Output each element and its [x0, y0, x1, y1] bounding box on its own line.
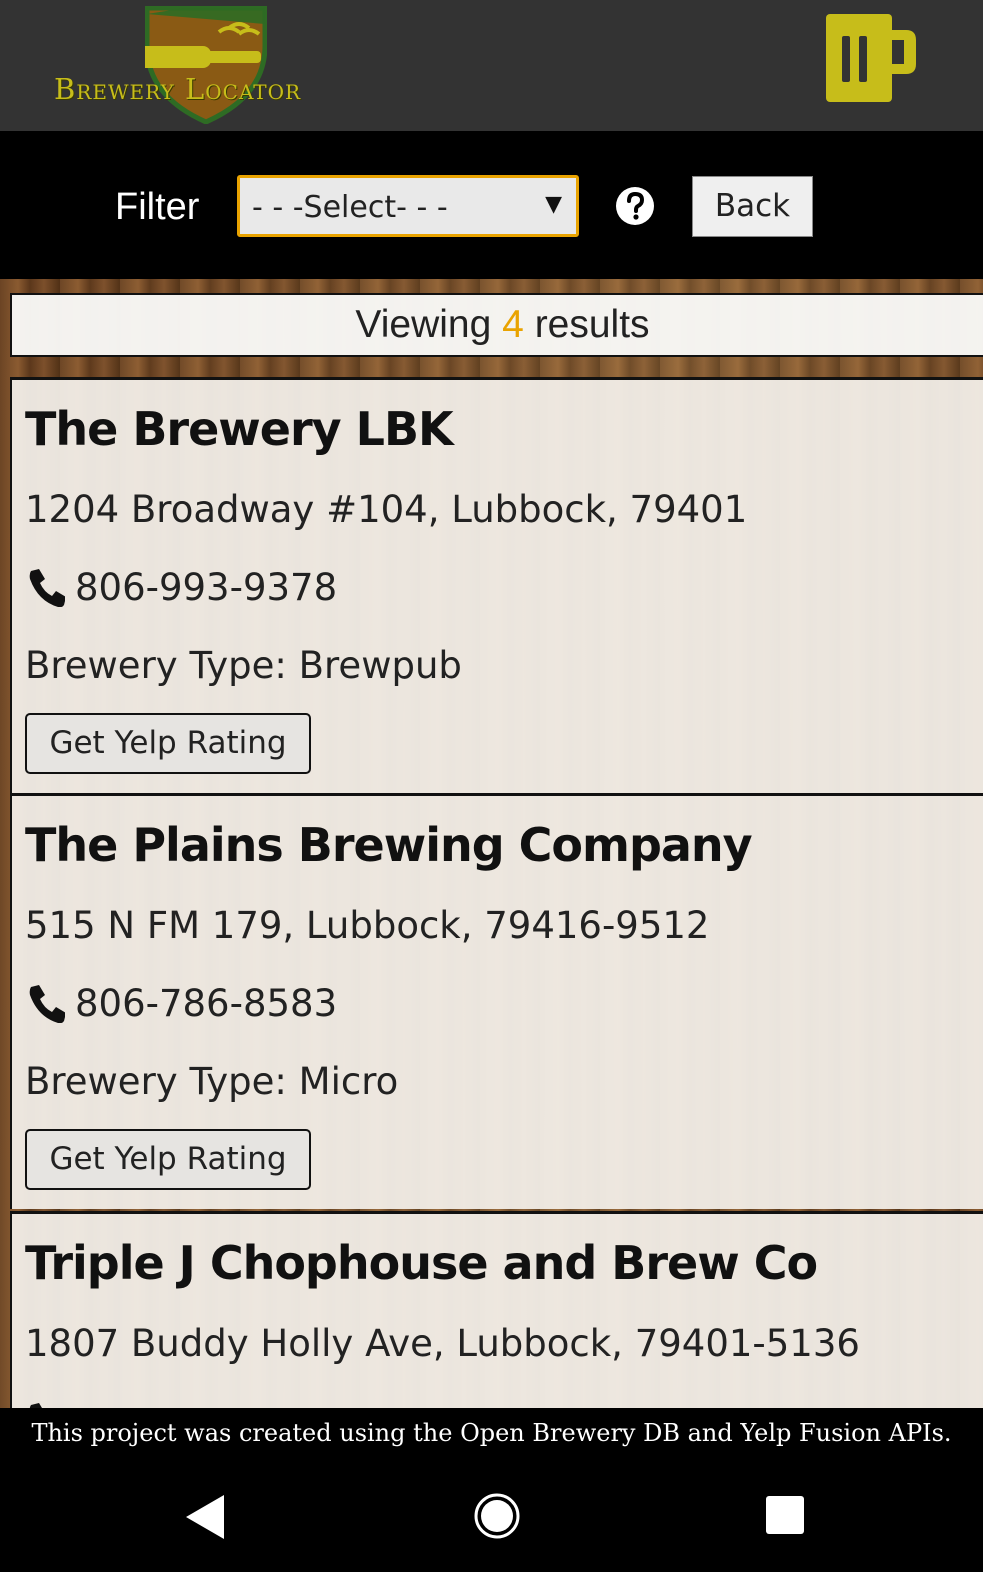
logo-text: Brewery Locator [54, 72, 302, 106]
caret-down-icon: ▼ [545, 192, 562, 217]
get-yelp-rating-button[interactable]: Get Yelp Rating [25, 713, 311, 774]
brewery-address: 1204 Broadway #104, Lubbock, 79401 [25, 488, 748, 531]
phone-icon [29, 1403, 42, 1408]
brewery-address: 1807 Buddy Holly Ave, Lubbock, 79401-513… [25, 1322, 860, 1365]
brewery-type: Brewery Type: Micro [25, 1060, 399, 1103]
brewery-name: Triple J Chophouse and Brew Co [25, 1236, 818, 1290]
results-count: 4 [502, 303, 524, 346]
filter-bar: Filter - - -Select- - - ▼ Back [0, 131, 983, 279]
brewery-locator-logo[interactable]: Brewery Locator [50, 6, 360, 124]
phone-icon [29, 569, 65, 607]
phone-icon [29, 985, 65, 1023]
back-button[interactable]: Back [692, 176, 813, 237]
attribution-footer: This project was created using the Open … [0, 1408, 983, 1464]
nav-home-circle-icon[interactable] [473, 1492, 521, 1540]
nav-recents-square-icon[interactable] [766, 1496, 804, 1534]
brewery-phone[interactable]: 806-993-9378 [75, 566, 337, 609]
brewery-phone[interactable]: 806-786-8583 [75, 982, 337, 1025]
brewery-name: The Brewery LBK [25, 402, 454, 456]
brewery-card: The Plains Brewing Company 515 N FM 179,… [10, 793, 983, 1209]
brewery-type: Brewery Type: Brewpub [25, 644, 462, 687]
results-suffix: results [534, 303, 650, 346]
filter-select-value: - - -Select- - - [252, 190, 448, 225]
beer-mug-icon[interactable] [826, 14, 918, 106]
beer-bottle-shield-icon [145, 6, 267, 124]
get-yelp-rating-button[interactable]: Get Yelp Rating [25, 1129, 311, 1190]
brewery-card: The Brewery LBK 1204 Broadway #104, Lubb… [10, 377, 983, 793]
filter-label: Filter [115, 186, 200, 228]
brewery-card: Triple J Chophouse and Brew Co 1807 Budd… [10, 1211, 983, 1408]
footer-text: This project was created using the Open … [31, 1419, 952, 1447]
brewery-address: 515 N FM 179, Lubbock, 79416-9512 [25, 904, 710, 947]
nav-back-triangle-icon[interactable] [184, 1493, 226, 1541]
results-count-bar: Viewing 4 results [10, 293, 983, 357]
brewery-name: The Plains Brewing Company [25, 818, 753, 872]
results-prefix: Viewing [355, 303, 492, 346]
question-circle-icon[interactable] [615, 186, 655, 226]
app-header: Brewery Locator [0, 0, 983, 131]
results-area[interactable]: Viewing 4 results The Brewery LBK 1204 B… [0, 279, 983, 1408]
filter-select[interactable]: - - -Select- - - ▼ [237, 175, 579, 237]
system-nav-bar [0, 1464, 983, 1572]
